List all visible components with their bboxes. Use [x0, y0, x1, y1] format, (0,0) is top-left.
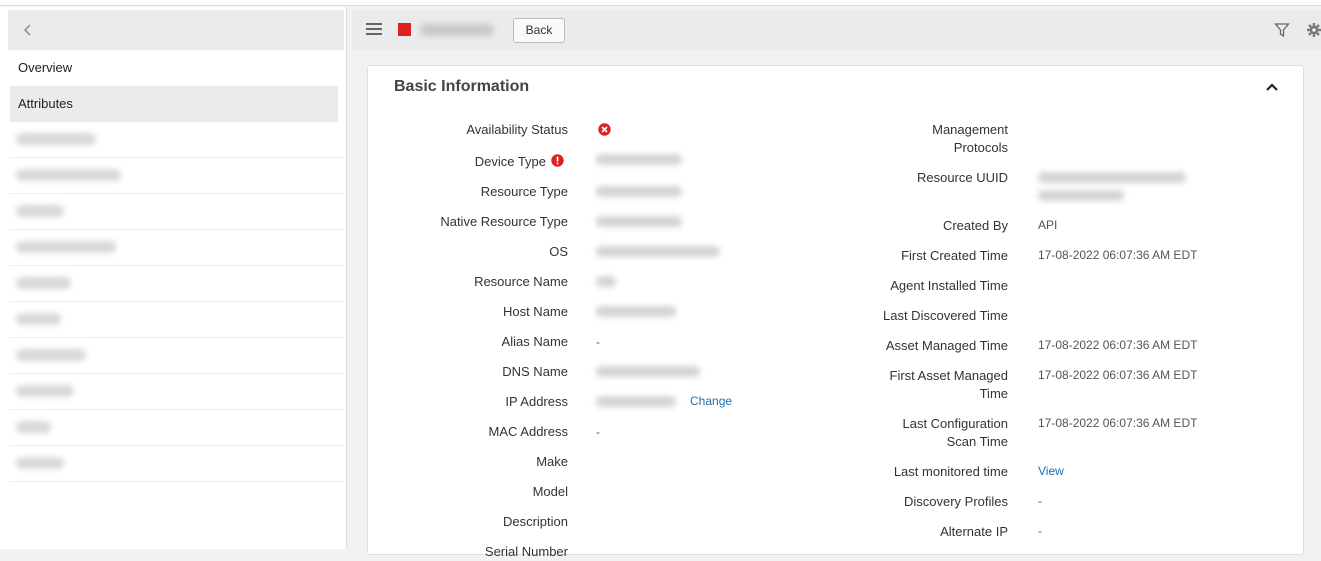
nav-item-redacted[interactable]	[10, 194, 344, 230]
field-label: Availability Status	[466, 122, 568, 137]
redacted-value	[596, 306, 676, 317]
field-label: MAC Address	[488, 424, 568, 439]
field-label: Alias Name	[501, 334, 568, 349]
status-indicator	[398, 23, 411, 36]
redacted-value	[1038, 190, 1124, 201]
collapse-panel-button[interactable]	[8, 10, 344, 50]
field-label: Model	[532, 484, 568, 499]
field-label: DNS Name	[502, 364, 568, 379]
resource-header-bar: Back	[352, 10, 1321, 50]
field-label: Serial Number	[484, 544, 568, 559]
field-label: First Created Time	[901, 248, 1008, 263]
field-value: 17-08-2022 06:07:36 AM EDT	[1038, 368, 1198, 382]
redacted-value	[596, 246, 720, 257]
card-title: Basic Information	[394, 78, 530, 95]
nav-item-redacted[interactable]	[10, 446, 344, 482]
redacted-value	[596, 366, 700, 377]
left-panel: Overview Attributes	[0, 7, 347, 549]
field-value: 17-08-2022 06:07:36 AM EDT	[1038, 416, 1198, 430]
alert-icon[interactable]	[551, 154, 564, 167]
change-ip-link[interactable]: Change	[690, 392, 732, 410]
nav-item-redacted[interactable]	[10, 302, 344, 338]
nav-item-overview[interactable]: Overview	[10, 50, 338, 86]
field-label: Resource Name	[474, 274, 568, 289]
field-label: OS	[549, 244, 568, 259]
redacted-value	[596, 396, 676, 407]
field-label: Management Protocols	[932, 122, 1008, 155]
nav-item-redacted[interactable]	[10, 230, 344, 266]
nav-item-redacted[interactable]	[10, 338, 344, 374]
redacted-value	[1038, 172, 1186, 183]
redacted-value	[596, 186, 682, 197]
nav-item-redacted[interactable]	[10, 266, 344, 302]
field-label: Agent Installed Time	[890, 278, 1008, 293]
field-label: Host Name	[502, 304, 568, 319]
chevron-left-icon	[23, 24, 31, 36]
gear-icon[interactable]	[1306, 22, 1321, 38]
field-label: Resource Type	[480, 184, 568, 199]
field-label: Alternate IP	[940, 524, 1008, 539]
field-label: Last Discovered Time	[883, 308, 1008, 323]
nav-item-redacted[interactable]	[10, 410, 344, 446]
field-value: 17-08-2022 06:07:36 AM EDT	[1038, 248, 1198, 262]
top-border	[0, 0, 1321, 6]
menu-icon[interactable]	[366, 23, 382, 37]
field-value: 17-08-2022 06:07:36 AM EDT	[1038, 338, 1198, 352]
field-label: IP Address	[505, 394, 568, 409]
redacted-value	[596, 216, 682, 227]
view-monitored-link[interactable]: View	[1038, 462, 1064, 480]
redacted-value	[596, 154, 682, 165]
chevron-up-icon[interactable]	[1265, 82, 1279, 92]
field-label: Asset Managed Time	[885, 338, 1008, 353]
field-label: Created By	[942, 218, 1008, 233]
nav-item-attributes[interactable]: Attributes	[10, 86, 338, 122]
basic-information-card: Basic Information Availability Status De…	[367, 65, 1304, 559]
field-label: Last monitored time	[893, 464, 1008, 479]
field-label: Last Configuration Scan Time	[902, 416, 1008, 449]
field-value: API	[1038, 218, 1058, 232]
back-button[interactable]: Back	[513, 18, 565, 43]
filter-icon[interactable]	[1274, 22, 1290, 38]
field-label: Native Resource Type	[440, 214, 568, 229]
field-value: -	[1038, 494, 1042, 508]
field-label: First Asset Managed Time	[889, 368, 1009, 401]
status-down-icon	[598, 123, 611, 136]
nav-item-redacted[interactable]	[10, 158, 344, 194]
field-label: Discovery Profiles	[903, 494, 1008, 509]
nav-item-redacted[interactable]	[10, 122, 344, 158]
field-label: Device Type	[474, 154, 546, 169]
field-value: -	[596, 425, 600, 439]
field-label: Description	[502, 514, 568, 529]
field-label: Make	[536, 454, 568, 469]
resource-title-redacted	[420, 24, 494, 36]
field-value: -	[596, 335, 600, 349]
nav-item-redacted[interactable]	[10, 374, 344, 410]
field-label: Resource UUID	[916, 170, 1008, 185]
redacted-value	[596, 276, 616, 287]
field-value: -	[1038, 524, 1042, 538]
